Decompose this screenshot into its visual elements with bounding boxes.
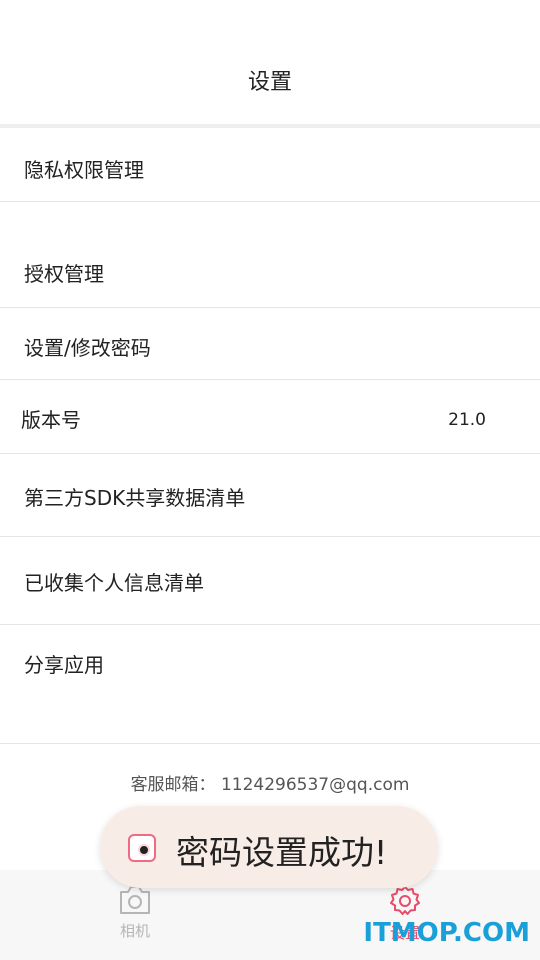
- settings-item-version: 版本号 21.0: [0, 380, 540, 454]
- settings-item-password[interactable]: 设置/修改密码: [0, 308, 540, 380]
- watermark: ITMOP.COM: [363, 918, 530, 948]
- settings-item-label: 版本号: [21, 408, 81, 432]
- app-icon: [128, 834, 156, 862]
- settings-item-label: 分享应用: [24, 653, 104, 677]
- settings-item-personal-info[interactable]: 已收集个人信息清单: [0, 537, 540, 625]
- settings-item-label: 第三方SDK共享数据清单: [24, 486, 246, 510]
- settings-item-privacy[interactable]: 隐私权限管理: [0, 128, 540, 202]
- version-value: 21.0: [448, 410, 486, 430]
- contact-email: 客服邮箱： 1124296537@qq.com: [0, 770, 540, 795]
- header: 设置: [0, 0, 540, 124]
- page-title: 设置: [247, 70, 292, 95]
- settings-item-share[interactable]: 分享应用: [0, 625, 540, 744]
- settings-item-sdk-list[interactable]: 第三方SDK共享数据清单: [0, 454, 540, 537]
- settings-item-label: 隐私权限管理: [24, 158, 144, 182]
- contact-email-label: 客服邮箱：: [130, 775, 216, 795]
- contact-email-value: 1124296537@qq.com: [220, 775, 410, 795]
- camera-icon: [120, 886, 150, 914]
- settings-item-label: 已收集个人信息清单: [24, 571, 204, 595]
- tab-camera[interactable]: 相机: [80, 884, 190, 954]
- tab-label: 相机: [119, 922, 150, 940]
- toast-message: 密码设置成功!: [100, 806, 438, 888]
- settings-item-auth[interactable]: 授权管理: [0, 202, 540, 308]
- toast-text: 密码设置成功!: [176, 833, 388, 872]
- gear-icon: [390, 886, 420, 915]
- settings-item-label: 授权管理: [24, 262, 104, 286]
- settings-item-label: 设置/修改密码: [24, 336, 151, 360]
